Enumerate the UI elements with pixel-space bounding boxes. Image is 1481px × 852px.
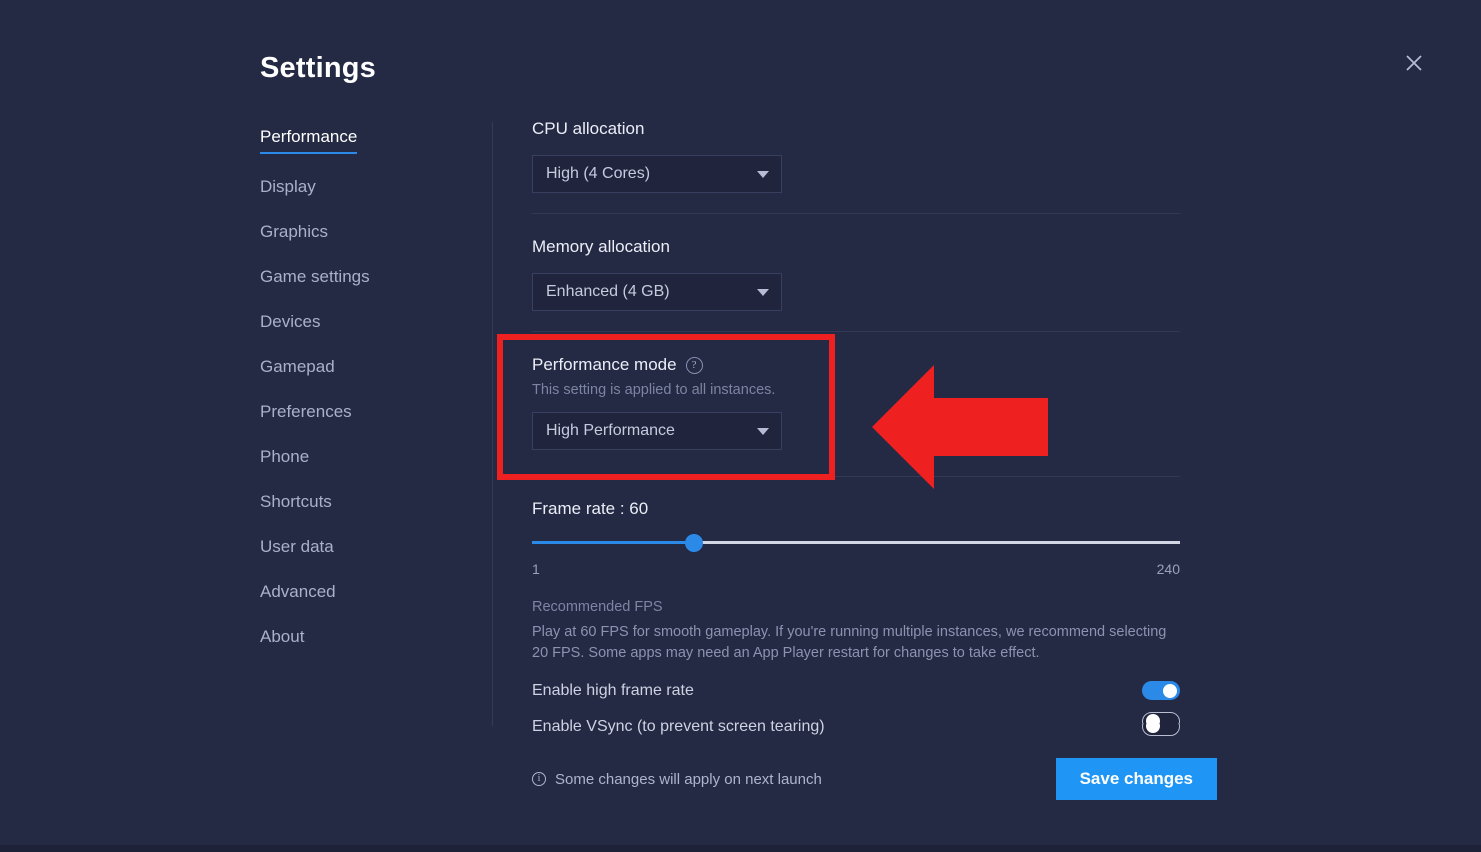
sidebar-item-user-data[interactable]: User data xyxy=(260,536,334,559)
memory-allocation-label: Memory allocation xyxy=(532,237,670,256)
frame-rate-section: Frame rate : 60 1 240 Recommended FPS Pl… xyxy=(532,499,1182,664)
slider-max-label: 240 xyxy=(1156,561,1180,577)
close-button[interactable] xyxy=(1399,48,1429,78)
high-frame-rate-row: Enable high frame rate xyxy=(532,681,1180,700)
sidebar-item-preferences[interactable]: Preferences xyxy=(260,401,352,424)
section-divider xyxy=(532,331,1180,332)
sidebar-item-devices[interactable]: Devices xyxy=(260,311,320,334)
next-launch-note-text: Some changes will apply on next launch xyxy=(555,770,822,788)
frame-rate-label: Frame rate : 60 xyxy=(532,499,649,518)
chevron-down-icon xyxy=(757,427,769,435)
close-icon xyxy=(1404,53,1424,73)
sidebar-item-graphics[interactable]: Graphics xyxy=(260,221,328,244)
high-frame-rate-toggle[interactable] xyxy=(1142,681,1180,700)
info-circle-icon: i xyxy=(532,772,546,786)
performance-mode-dropdown[interactable]: High Performance xyxy=(532,412,782,450)
performance-mode-description: This setting is applied to all instances… xyxy=(532,382,776,398)
memory-allocation-dropdown[interactable]: Enhanced (4 GB) xyxy=(532,273,782,311)
settings-footer: i Some changes will apply on next launch… xyxy=(532,758,1217,800)
performance-mode-label: Performance mode xyxy=(532,355,677,374)
recommended-fps-body: Play at 60 FPS for smooth gameplay. If y… xyxy=(532,624,1167,661)
performance-mode-section: Performance mode ? This setting is appli… xyxy=(532,354,1182,450)
sidebar-item-advanced[interactable]: Advanced xyxy=(260,581,336,604)
sidebar-item-about[interactable]: About xyxy=(260,626,304,649)
slider-fill xyxy=(532,541,694,544)
cpu-allocation-value: High (4 Cores) xyxy=(546,165,651,182)
window-bottom-edge xyxy=(0,845,1481,852)
next-launch-note: i Some changes will apply on next launch xyxy=(532,771,822,788)
cpu-allocation-dropdown[interactable]: High (4 Cores) xyxy=(532,155,782,193)
high-frame-rate-label: Enable high frame rate xyxy=(532,681,694,699)
sidebar-item-performance[interactable]: Performance xyxy=(260,126,358,154)
sidebar-item-gamepad[interactable]: Gamepad xyxy=(260,356,335,379)
page-title: Settings xyxy=(260,52,376,84)
chevron-down-icon xyxy=(757,288,769,296)
chevron-down-icon xyxy=(757,170,769,178)
save-changes-button[interactable]: Save changes xyxy=(1055,758,1217,800)
clipped-toggle-region xyxy=(532,712,1182,723)
sidebar-item-display[interactable]: Display xyxy=(260,176,316,199)
toggle-knob xyxy=(1146,714,1160,723)
frame-rate-slider[interactable] xyxy=(532,533,1180,553)
slider-min-label: 1 xyxy=(532,561,540,577)
settings-sidebar: Performance Display Graphics Game settin… xyxy=(260,126,492,671)
memory-allocation-value: Enhanced (4 GB) xyxy=(546,283,670,300)
help-circle-icon[interactable]: ? xyxy=(685,356,703,374)
sidebar-item-phone[interactable]: Phone xyxy=(260,446,309,469)
memory-allocation-section: Memory allocation Enhanced (4 GB) xyxy=(532,236,1182,311)
sidebar-content-divider xyxy=(492,122,493,726)
section-divider xyxy=(532,213,1180,214)
slider-thumb[interactable] xyxy=(685,534,703,552)
performance-mode-value: High Performance xyxy=(546,422,675,439)
clipped-toggle-row xyxy=(532,712,1180,723)
toggle-knob xyxy=(1163,683,1177,698)
sidebar-item-shortcuts[interactable]: Shortcuts xyxy=(260,491,332,514)
recommended-fps-title: Recommended FPS xyxy=(532,599,663,615)
sidebar-item-game-settings[interactable]: Game settings xyxy=(260,266,370,289)
cpu-allocation-section: CPU allocation High (4 Cores) xyxy=(532,118,1182,193)
clipped-toggle[interactable] xyxy=(1142,712,1180,723)
settings-content-panel: CPU allocation High (4 Cores) Memory all… xyxy=(532,118,1182,736)
section-divider xyxy=(532,476,1180,477)
cpu-allocation-label: CPU allocation xyxy=(532,119,645,138)
